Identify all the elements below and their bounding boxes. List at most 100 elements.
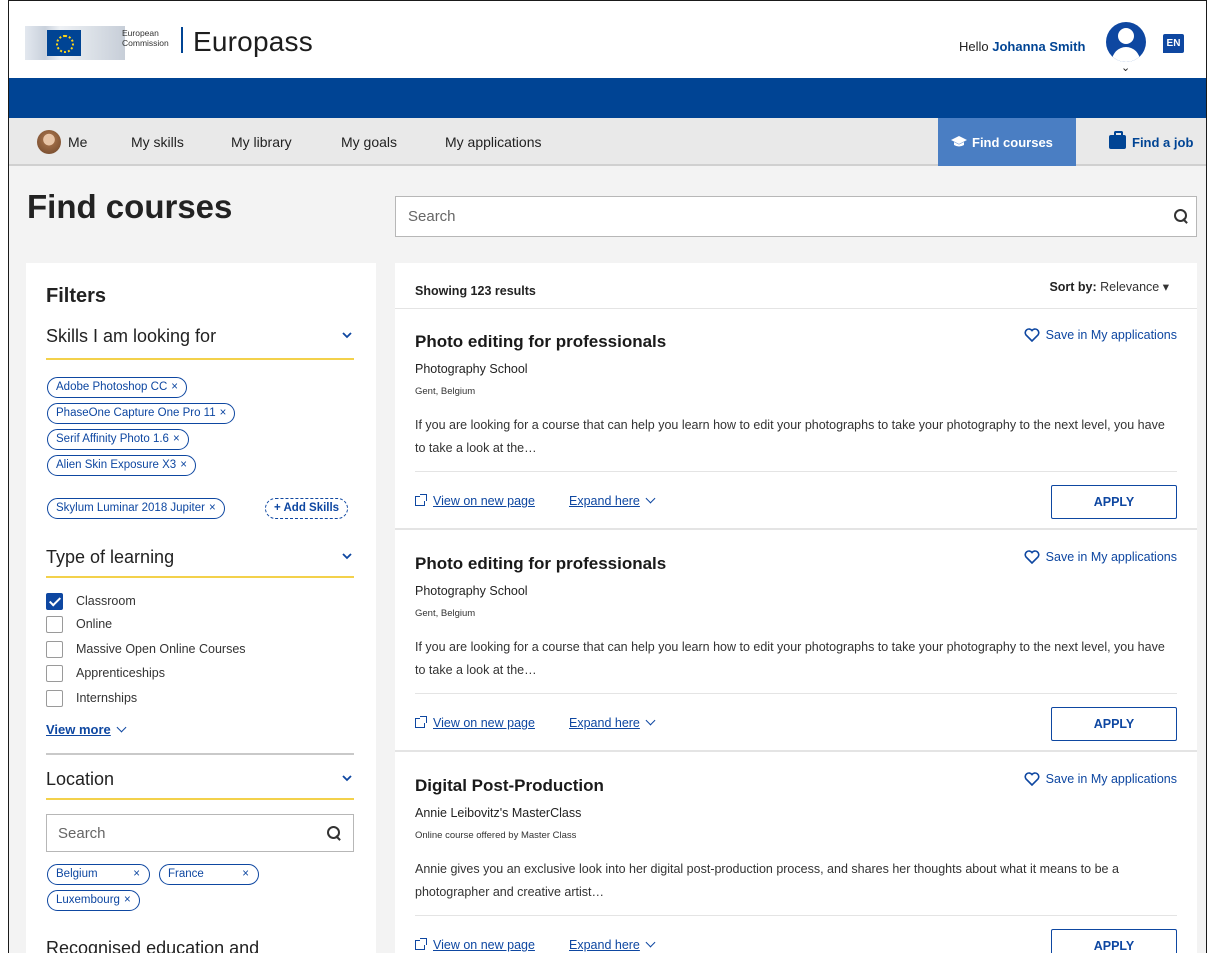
- search-icon[interactable]: [1174, 209, 1188, 223]
- heart-icon: [1024, 328, 1040, 342]
- save-in-applications-button[interactable]: Save in My applications: [1024, 550, 1177, 564]
- remove-chip-icon[interactable]: ×: [220, 407, 227, 419]
- chevron-down-icon[interactable]: [340, 549, 354, 563]
- view-link-label: View on new page: [433, 938, 535, 952]
- nav-item-my-applications[interactable]: My applications: [445, 134, 542, 150]
- org-name: European Commission: [122, 28, 169, 48]
- expand-link-label: Expand here: [569, 716, 640, 730]
- skill-chip[interactable]: Adobe Photoshop CC ×: [47, 377, 187, 398]
- filter-section-skills[interactable]: Skills I am looking for: [46, 326, 354, 347]
- filter-section-type-of-learning[interactable]: Type of learning: [46, 547, 354, 568]
- view-link-label: View on new page: [433, 494, 535, 508]
- view-on-new-page-link[interactable]: View on new page: [415, 494, 535, 508]
- location-chip-label: France: [168, 868, 204, 880]
- skill-chip[interactable]: Skylum Luminar 2018 Jupiter ×: [47, 498, 225, 519]
- save-in-applications-button[interactable]: Save in My applications: [1024, 772, 1177, 786]
- checkbox[interactable]: [46, 690, 63, 707]
- skills-section-rule: [46, 358, 354, 360]
- save-in-applications-button[interactable]: Save in My applications: [1024, 328, 1177, 342]
- european-commission-logo[interactable]: [25, 22, 125, 62]
- remove-chip-icon[interactable]: ×: [124, 894, 131, 906]
- checkbox[interactable]: [46, 593, 63, 610]
- remove-chip-icon[interactable]: ×: [173, 433, 180, 445]
- chevron-down-icon: [116, 722, 127, 733]
- remove-chip-icon[interactable]: ×: [171, 381, 178, 393]
- skill-chip[interactable]: Alien Skin Exposure X3 ×: [47, 455, 196, 476]
- filter-section-location[interactable]: Location: [46, 769, 354, 790]
- location-chip-label: Belgium: [56, 868, 98, 880]
- account-chevron-down-icon[interactable]: ⌄: [1121, 61, 1130, 74]
- view-more-label: View more: [46, 722, 111, 737]
- location-chip[interactable]: Luxembourg ×: [47, 890, 140, 911]
- external-link-icon: [415, 938, 427, 950]
- skill-chip-label: PhaseOne Capture One Pro 11: [56, 407, 216, 419]
- sort-dropdown[interactable]: Sort by: Relevance ▾: [1049, 279, 1169, 294]
- filter-section-recognised-education[interactable]: Recognised education and: [46, 938, 259, 953]
- avatar[interactable]: [37, 130, 61, 154]
- skill-chip[interactable]: Serif Affinity Photo 1.6 ×: [47, 429, 189, 450]
- expand-link-label: Expand here: [569, 938, 640, 952]
- tab-find-a-job[interactable]: Find a job: [1094, 118, 1206, 166]
- expand-here-link[interactable]: Expand here: [569, 715, 656, 730]
- checkbox[interactable]: [46, 641, 63, 658]
- page-title: Find courses: [27, 188, 233, 225]
- checkbox[interactable]: [46, 616, 63, 633]
- checkbox-label: Apprenticeships: [76, 666, 165, 680]
- course-provider: Photography School: [415, 362, 528, 376]
- view-on-new-page-link[interactable]: View on new page: [415, 716, 535, 730]
- course-card: Photo editing for professionals Save in …: [395, 309, 1197, 530]
- nav-item-my-goals[interactable]: My goals: [341, 134, 397, 150]
- location-chip[interactable]: Belgium ×: [47, 864, 150, 885]
- skill-chip[interactable]: PhaseOne Capture One Pro 11 ×: [47, 403, 236, 424]
- checkbox[interactable]: [46, 665, 63, 682]
- chevron-down-icon[interactable]: [340, 771, 354, 785]
- brand-title[interactable]: Europass: [193, 26, 313, 58]
- skills-section-label: Skills I am looking for: [46, 326, 217, 346]
- expand-here-link[interactable]: Expand here: [569, 493, 656, 508]
- find-courses-label: Find courses: [972, 135, 1053, 150]
- sort-value: Relevance: [1100, 280, 1160, 294]
- card-divider: [415, 471, 1177, 472]
- remove-chip-icon[interactable]: ×: [180, 459, 187, 471]
- view-more-link[interactable]: View more: [46, 722, 127, 737]
- skill-chip-label: Alien Skin Exposure X3: [56, 459, 177, 471]
- apply-button[interactable]: APPLY: [1051, 929, 1177, 953]
- course-search-input[interactable]: [396, 197, 1156, 236]
- remove-chip-icon[interactable]: ×: [133, 865, 140, 884]
- user-name[interactable]: Johanna Smith: [992, 39, 1085, 54]
- briefcase-icon: [1109, 131, 1126, 149]
- course-provider: Photography School: [415, 584, 528, 598]
- card-divider: [415, 693, 1177, 694]
- expand-link-label: Expand here: [569, 494, 640, 508]
- apply-button[interactable]: APPLY: [1051, 485, 1177, 519]
- course-search-box: [395, 196, 1197, 237]
- location-chip[interactable]: France ×: [159, 864, 259, 885]
- chevron-down-icon[interactable]: [340, 328, 354, 342]
- expand-here-link[interactable]: Expand here: [569, 937, 656, 952]
- checkbox-label: Massive Open Online Courses: [76, 642, 246, 656]
- checkbox-label: Internships: [76, 691, 138, 705]
- course-card: Digital Post-Production Save in My appli…: [395, 753, 1197, 953]
- nav-item-my-library[interactable]: My library: [231, 134, 292, 150]
- nav-item-my-skills[interactable]: My skills: [131, 134, 184, 150]
- graduation-cap-icon: [951, 136, 967, 147]
- remove-chip-icon[interactable]: ×: [242, 865, 249, 884]
- remove-chip-icon[interactable]: ×: [209, 502, 216, 514]
- search-icon[interactable]: [327, 826, 341, 840]
- course-location: Online course offered by Master Class: [415, 830, 577, 841]
- heart-icon: [1024, 772, 1040, 786]
- view-on-new-page-link[interactable]: View on new page: [415, 938, 535, 952]
- tab-find-courses[interactable]: Find courses: [938, 118, 1076, 166]
- find-job-label: Find a job: [1132, 135, 1194, 150]
- user-account-icon[interactable]: [1106, 22, 1146, 62]
- skill-chip-label: Serif Affinity Photo 1.6: [56, 433, 169, 445]
- course-title[interactable]: Photo editing for professionals: [415, 554, 666, 574]
- language-selector[interactable]: EN: [1163, 34, 1184, 53]
- course-title[interactable]: Photo editing for professionals: [415, 332, 666, 352]
- location-search-input[interactable]: [47, 815, 317, 851]
- apply-button[interactable]: APPLY: [1051, 707, 1177, 741]
- add-skills-button[interactable]: + Add Skills: [265, 498, 349, 519]
- nav-item-me[interactable]: Me: [68, 134, 87, 150]
- results-panel: Showing 123 results Sort by: Relevance ▾…: [395, 263, 1197, 953]
- course-title[interactable]: Digital Post-Production: [415, 776, 604, 796]
